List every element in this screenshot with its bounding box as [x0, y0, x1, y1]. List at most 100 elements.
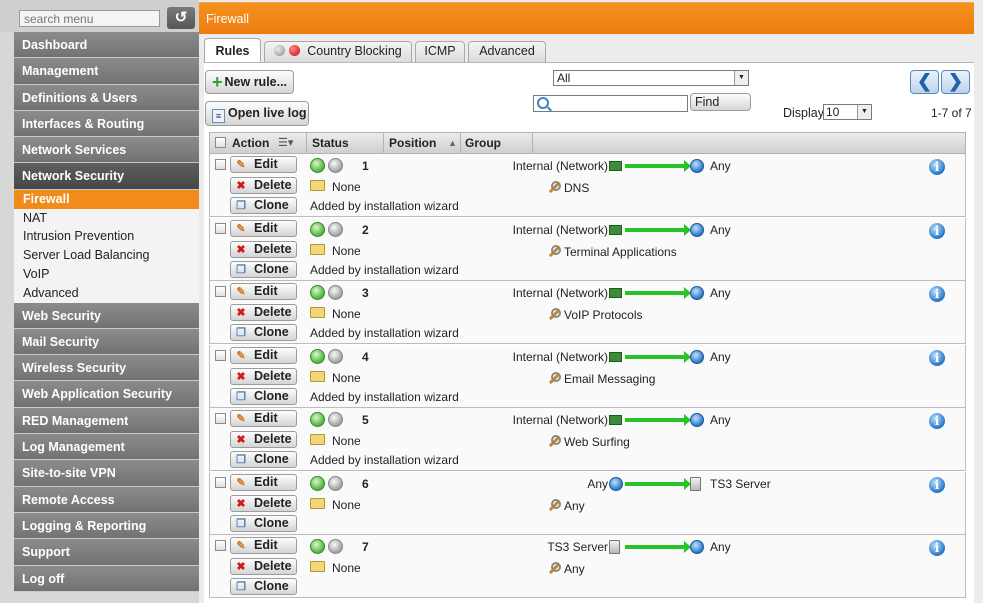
clone-button[interactable]: ❐ Clone	[230, 451, 297, 468]
row-checkbox[interactable]	[215, 349, 226, 361]
menu-item-network-services[interactable]: Network Services	[14, 137, 199, 164]
menu-item-management[interactable]: Management	[14, 58, 199, 85]
delete-button[interactable]: ✖ Delete	[230, 367, 297, 385]
clone-button[interactable]: ❐ Clone	[230, 324, 297, 341]
tab-country-blocking[interactable]: Country Blocking	[264, 41, 412, 62]
delete-button[interactable]: ✖ Delete	[230, 177, 297, 194]
rule-service[interactable]: DNS	[547, 180, 589, 195]
info-icon[interactable]: i	[929, 222, 945, 239]
info-icon[interactable]: i	[929, 413, 945, 429]
menu-item-network-security[interactable]: Network Security	[14, 163, 199, 190]
new-rule-button[interactable]: + New rule...	[205, 70, 294, 94]
info-icon[interactable]: i	[929, 540, 945, 556]
edit-button[interactable]: ✎ Edit	[230, 410, 297, 427]
status-toggle[interactable]	[310, 285, 344, 301]
rule-source[interactable]: Internal (Network)	[513, 159, 608, 173]
menu-item-remote-access[interactable]: Remote Access	[14, 486, 199, 513]
edit-button[interactable]: ✎ Edit	[230, 537, 297, 554]
row-checkbox[interactable]	[215, 413, 226, 424]
rule-source[interactable]: Any	[587, 477, 608, 491]
status-toggle[interactable]	[310, 475, 344, 492]
rule-search-input[interactable]	[533, 95, 688, 112]
submenu-item-firewall[interactable]: Firewall	[14, 189, 199, 209]
row-checkbox[interactable]	[215, 540, 226, 551]
display-count-select[interactable]: 10 ▼	[823, 104, 872, 120]
rule-destination[interactable]: Any	[710, 159, 731, 173]
search-menu-input[interactable]	[19, 10, 160, 27]
delete-button[interactable]: ✖ Delete	[230, 240, 297, 258]
edit-button[interactable]: ✎ Edit	[230, 283, 297, 300]
column-menu-icon[interactable]: ☰▾	[278, 133, 293, 153]
menu-item-site-to-site-vpn[interactable]: Site-to-site VPN	[14, 460, 199, 487]
header-position[interactable]: Position ▲	[384, 133, 461, 153]
rule-destination[interactable]: TS3 Server	[710, 477, 771, 491]
reset-search-button[interactable]: ↺	[167, 7, 195, 29]
row-checkbox[interactable]	[215, 476, 226, 488]
delete-button[interactable]: ✖ Delete	[230, 304, 297, 321]
menu-item-log-management[interactable]: Log Management	[14, 434, 199, 461]
delete-button[interactable]: ✖ Delete	[230, 558, 297, 575]
prev-page-button[interactable]: ❮	[910, 70, 939, 94]
row-checkbox[interactable]	[215, 222, 226, 234]
tab-rules[interactable]: Rules	[204, 38, 261, 63]
menu-item-logging-reporting[interactable]: Logging & Reporting	[14, 512, 199, 540]
filter-select[interactable]: All ▼	[553, 70, 749, 86]
menu-item-support[interactable]: Support	[14, 539, 199, 566]
menu-item-red-management[interactable]: RED Management	[14, 407, 199, 435]
header-status[interactable]: Status	[307, 133, 384, 153]
rule-service[interactable]: Terminal Applications	[547, 244, 677, 259]
header-group[interactable]: Group	[461, 133, 533, 153]
rule-destination[interactable]: Any	[710, 350, 731, 364]
rule-service[interactable]: Any	[547, 561, 585, 576]
rule-destination[interactable]: Any	[710, 223, 731, 237]
tab-icmp[interactable]: ICMP	[415, 41, 465, 62]
rule-source[interactable]: Internal (Network)	[513, 286, 608, 300]
rule-source[interactable]: Internal (Network)	[513, 223, 608, 237]
clone-button[interactable]: ❐ Clone	[230, 514, 297, 532]
delete-button[interactable]: ✖ Delete	[230, 494, 297, 512]
edit-button[interactable]: ✎ Edit	[230, 156, 297, 173]
rule-service[interactable]: VoIP Protocols	[547, 307, 643, 322]
open-live-log-button[interactable]: ≡ Open live log	[205, 101, 309, 126]
rule-service[interactable]: Email Messaging	[547, 371, 655, 386]
edit-button[interactable]: ✎ Edit	[230, 346, 297, 364]
rule-service[interactable]: Web Surfing	[547, 434, 630, 449]
info-icon[interactable]: i	[929, 159, 945, 175]
info-icon[interactable]: i	[929, 349, 945, 366]
rule-source[interactable]: Internal (Network)	[513, 350, 608, 364]
info-icon[interactable]: i	[929, 286, 945, 302]
submenu-item-nat[interactable]: NAT	[14, 209, 199, 228]
status-toggle[interactable]	[310, 348, 344, 365]
submenu-item-advanced[interactable]: Advanced	[14, 284, 199, 303]
info-icon[interactable]: i	[929, 476, 945, 493]
edit-button[interactable]: ✎ Edit	[230, 219, 297, 237]
header-action[interactable]: Action ☰▾	[210, 133, 307, 153]
row-checkbox[interactable]	[215, 286, 226, 297]
next-page-button[interactable]: ❯	[941, 70, 970, 94]
menu-item-web-security[interactable]: Web Security	[14, 302, 199, 329]
rule-destination[interactable]: Any	[710, 413, 731, 427]
clone-button[interactable]: ❐ Clone	[230, 578, 297, 595]
menu-item-web-application-security[interactable]: Web Application Security	[14, 381, 199, 408]
rule-source[interactable]: TS3 Server	[547, 540, 608, 554]
status-toggle[interactable]	[310, 539, 344, 555]
rule-destination[interactable]: Any	[710, 540, 731, 554]
submenu-item-intrusion-prevention[interactable]: Intrusion Prevention	[14, 227, 199, 246]
menu-item-mail-security[interactable]: Mail Security	[14, 328, 199, 356]
menu-item-interfaces-routing[interactable]: Interfaces & Routing	[14, 110, 199, 138]
rule-destination[interactable]: Any	[710, 286, 731, 300]
status-toggle[interactable]	[310, 158, 344, 174]
submenu-item-server-load-balancing[interactable]: Server Load Balancing	[14, 246, 199, 265]
row-checkbox[interactable]	[215, 159, 226, 170]
submenu-item-voip[interactable]: VoIP	[14, 265, 199, 284]
clone-button[interactable]: ❐ Clone	[230, 387, 297, 405]
rule-service[interactable]: Any	[547, 498, 585, 513]
menu-item-definitions-users[interactable]: Definitions & Users	[14, 84, 199, 111]
menu-item-wireless-security[interactable]: Wireless Security	[14, 355, 199, 382]
menu-item-dashboard[interactable]: Dashboard	[14, 32, 199, 59]
edit-button[interactable]: ✎ Edit	[230, 473, 297, 491]
find-button[interactable]: Find	[690, 93, 751, 111]
rule-source[interactable]: Internal (Network)	[513, 413, 608, 427]
clone-button[interactable]: ❐ Clone	[230, 260, 297, 278]
status-toggle[interactable]	[310, 412, 344, 428]
